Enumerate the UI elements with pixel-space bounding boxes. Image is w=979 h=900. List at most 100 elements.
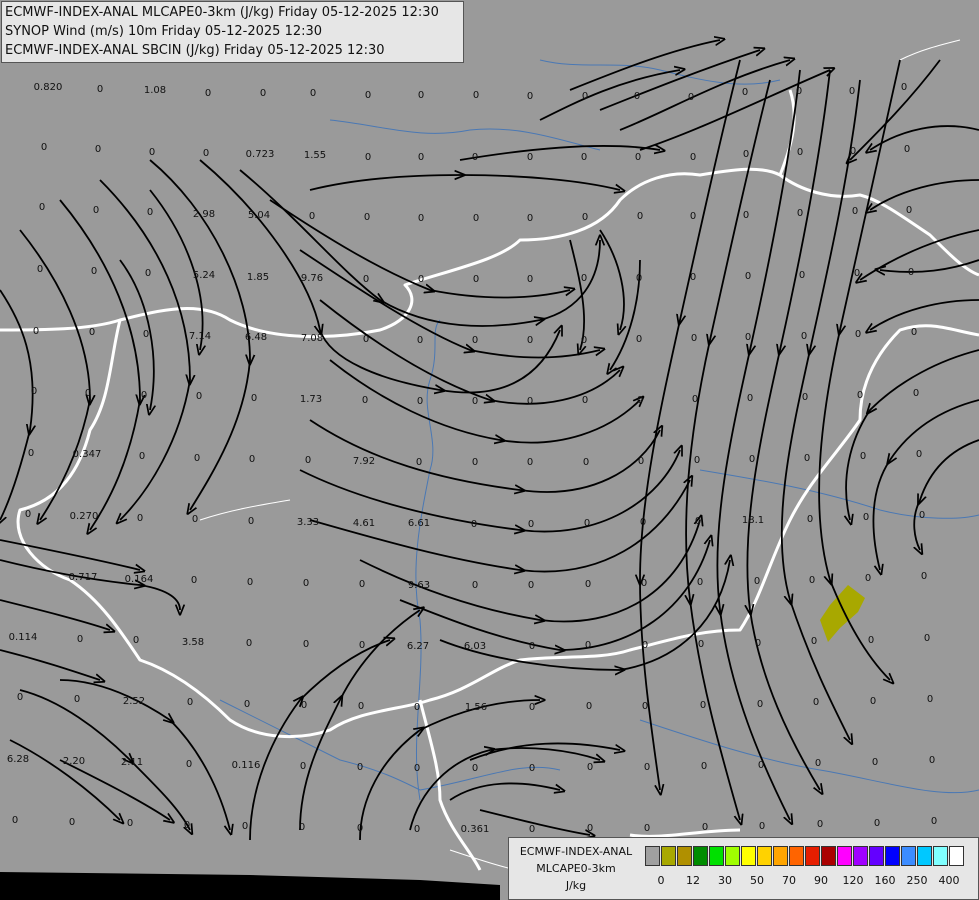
value-label: 0 (414, 702, 420, 713)
value-label: 0 (695, 516, 701, 527)
value-label: 0 (585, 579, 591, 590)
value-label: 3.58 (182, 637, 204, 648)
value-label: 0 (804, 453, 810, 464)
value-label: 6.27 (407, 641, 429, 652)
value-label: 0 (251, 393, 257, 404)
value-label: 0 (527, 274, 533, 285)
value-label: 0 (363, 274, 369, 285)
value-label: 0 (527, 213, 533, 224)
value-label: 0 (863, 512, 869, 523)
value-label: 0 (364, 212, 370, 223)
value-label: 0 (473, 274, 479, 285)
value-label: 0 (472, 457, 478, 468)
legend-tick: 90 (814, 874, 828, 887)
value-label: 0 (246, 638, 252, 649)
legend-swatch (917, 846, 932, 866)
value-label: 3.33 (297, 517, 319, 528)
value-label: 0 (303, 578, 309, 589)
value-label: 0 (872, 757, 878, 768)
value-label: 0 (141, 390, 147, 401)
value-label: 0 (357, 823, 363, 834)
value-label: 0 (924, 633, 930, 644)
value-label: 0 (186, 759, 192, 770)
value-label: 0 (745, 271, 751, 282)
legend-tick: 160 (874, 874, 896, 887)
legend-swatch (661, 846, 676, 866)
value-label: 9.76 (301, 273, 323, 284)
header-line-3: ECMWF-INDEX-ANAL SBCIN (J/kg) Friday 05-… (5, 43, 385, 58)
value-label: 0 (299, 822, 305, 833)
value-label: 2.52 (123, 696, 145, 707)
value-label: 0 (637, 211, 643, 222)
value-label: 0 (145, 268, 151, 279)
value-label: 0 (28, 448, 34, 459)
legend-swatch (837, 846, 852, 866)
value-label: 0 (852, 206, 858, 217)
legend-swatch (645, 846, 660, 866)
value-label: 0 (93, 205, 99, 216)
value-label: 0 (642, 701, 648, 712)
value-label: 0 (906, 205, 912, 216)
value-label: 0 (17, 692, 23, 703)
value-label: 1.08 (144, 85, 166, 96)
value-label: 5.04 (248, 210, 270, 221)
value-label: 0 (690, 272, 696, 283)
value-label: 0 (874, 818, 880, 829)
value-label: 0 (196, 391, 202, 402)
value-label: 0 (921, 571, 927, 582)
value-label: 0 (587, 762, 593, 773)
value-label: 0 (584, 518, 590, 529)
legend-swatch (901, 846, 916, 866)
value-label: 0 (91, 266, 97, 277)
value-label: 0 (802, 392, 808, 403)
value-label: 0 (913, 388, 919, 399)
value-label: 0 (205, 88, 211, 99)
value-label: 0 (191, 575, 197, 586)
value-label: 0 (644, 762, 650, 773)
value-label: 0 (908, 267, 914, 278)
value-label: 0.116 (232, 760, 261, 771)
value-label: 0 (529, 641, 535, 652)
value-label: 0 (418, 152, 424, 163)
value-label: 0 (747, 393, 753, 404)
value-label: 0 (809, 575, 815, 586)
value-label: 0 (807, 514, 813, 525)
value-label: 0 (247, 577, 253, 588)
value-label: 0 (472, 152, 478, 163)
value-label: 0 (640, 517, 646, 528)
value-label: 0 (300, 761, 306, 772)
value-label: 0 (581, 273, 587, 284)
value-label: 0 (527, 91, 533, 102)
value-label: 2.20 (63, 756, 85, 767)
value-label: 0 (797, 208, 803, 219)
value-label: 0 (418, 274, 424, 285)
value-label: 0 (815, 758, 821, 769)
value-label: 2.98 (193, 209, 215, 220)
value-label: 0 (742, 87, 748, 98)
value-label: 0 (796, 86, 802, 97)
value-label: 0 (473, 90, 479, 101)
legend-swatch (821, 846, 836, 866)
value-label: 0 (248, 516, 254, 527)
value-label: 0 (528, 519, 534, 530)
legend-swatch (933, 846, 948, 866)
value-label: 0 (694, 455, 700, 466)
value-label: 0 (472, 335, 478, 346)
value-label: 0 (582, 212, 588, 223)
legend-tick: 50 (750, 874, 764, 887)
value-label: 0.347 (73, 449, 102, 460)
value-label: 0 (855, 329, 861, 340)
value-label: 0 (587, 823, 593, 834)
legend-swatch (949, 846, 964, 866)
value-label: 0 (249, 454, 255, 465)
value-label: 0 (634, 91, 640, 102)
weather-map: 0.820 0 1.08 0 0 0 0 0 0 0 0 0 0 0 0 0 0 0 0 0 0 0.723 1.55 0 0 0… (0, 0, 979, 900)
value-label: 0 (39, 202, 45, 213)
legend-tick: 70 (782, 874, 796, 887)
value-label: 0 (811, 636, 817, 647)
value-label: 9.63 (408, 580, 430, 591)
value-label: 0 (527, 457, 533, 468)
value-label: 0 (133, 635, 139, 646)
legend-swatch (869, 846, 884, 866)
value-label: 0 (85, 388, 91, 399)
